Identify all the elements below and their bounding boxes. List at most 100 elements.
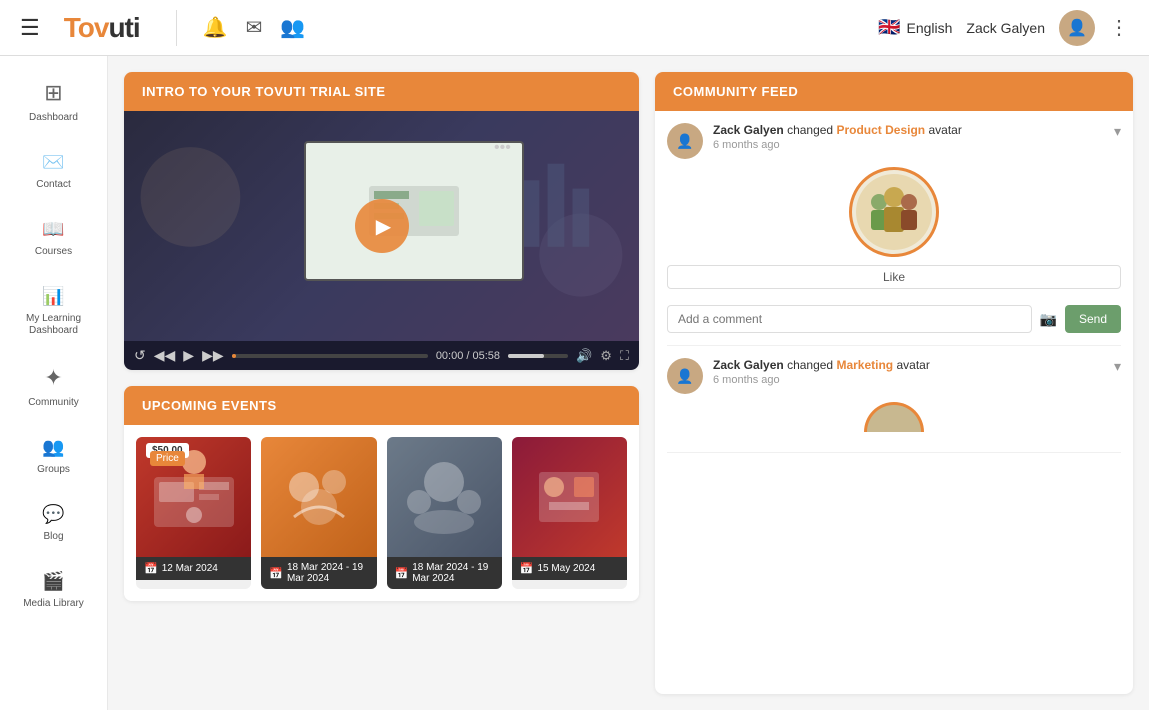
event-date-2: 📅 18 Mar 2024 - 19 Mar 2024: [261, 557, 376, 589]
feed-link-after-2: avatar: [896, 358, 929, 372]
sidebar-item-media-library[interactable]: 🎬 Media Library: [0, 557, 107, 624]
feed-actions-1: Like 📷 Send: [667, 265, 1121, 333]
like-button-1[interactable]: Like: [667, 265, 1121, 289]
events-grid: Price $50.00 📅 12 Mar 2024: [124, 425, 639, 601]
sidebar-label-courses: Courses: [35, 246, 72, 258]
flag-icon: 🇬🇧: [878, 17, 900, 38]
send-button-1[interactable]: Send: [1065, 305, 1121, 333]
skip-forward-button[interactable]: ▶▶: [202, 347, 224, 364]
sidebar-label-groups: Groups: [37, 464, 70, 476]
feed-user-row-2: 👤 Zack Galyen changed Marketing avatar 6…: [667, 358, 1121, 394]
sidebar-label-media-library: Media Library: [23, 598, 84, 610]
nav-divider: [176, 10, 177, 46]
app-logo: Tovuti: [64, 12, 140, 44]
comment-input-1[interactable]: [667, 305, 1032, 333]
feed-action-1: changed: [787, 123, 836, 137]
language-label: English: [906, 20, 952, 36]
feed-username-1[interactable]: Zack Galyen: [713, 123, 784, 137]
courses-icon: 📖: [42, 219, 64, 240]
progress-bar[interactable]: [232, 354, 428, 358]
feed-item-2: 👤 Zack Galyen changed Marketing avatar 6…: [667, 358, 1121, 453]
sidebar-item-groups[interactable]: 👥 Groups: [0, 423, 107, 490]
upcoming-events-section: UPCOMING EVENTS: [124, 386, 639, 601]
top-navigation: ☰ Tovuti 🔔 ✉ 👥 🇬🇧 English Zack Galyen 👤 …: [0, 0, 1149, 56]
sidebar-item-courses[interactable]: 📖 Courses: [0, 205, 107, 272]
event-thumb-3: [387, 437, 502, 557]
feed-action-2: changed: [787, 358, 836, 372]
my-learning-icon: 📊: [42, 286, 64, 307]
mini-screen: [304, 141, 524, 281]
nav-icons: 🔔 ✉ 👥: [203, 15, 306, 40]
event-date-3: 📅 18 Mar 2024 - 19 Mar 2024: [387, 557, 502, 589]
video-section: INTRO TO YOUR TOVUTI TRIAL SITE: [124, 72, 639, 370]
fullscreen-icon[interactable]: ⛶: [620, 348, 629, 364]
camera-icon-1[interactable]: 📷: [1040, 311, 1057, 328]
feed-body: 👤 Zack Galyen changed Product Design ava…: [655, 111, 1133, 694]
messages-icon[interactable]: ✉: [246, 15, 263, 40]
notifications-icon[interactable]: 🔔: [203, 15, 228, 40]
community-feed-card: COMMUNITY FEED 👤 Zack Galyen changed: [655, 72, 1133, 694]
sidebar-item-community[interactable]: ✦ Community: [0, 351, 107, 423]
volume-icon[interactable]: 🔊: [576, 348, 592, 364]
sidebar-item-contact[interactable]: ✉️ Contact: [0, 138, 107, 205]
feed-time-1: 6 months ago: [713, 139, 1104, 151]
dashboard-icon: ⊞: [44, 80, 62, 106]
calendar-icon-2: 📅: [269, 567, 283, 580]
settings-icon[interactable]: ⚙: [600, 348, 612, 364]
feed-user-row-1: 👤 Zack Galyen changed Product Design ava…: [667, 123, 1121, 159]
event-card-2[interactable]: 📅 18 Mar 2024 - 19 Mar 2024: [261, 437, 376, 589]
people-icon[interactable]: 👥: [280, 15, 305, 40]
feed-text-2: Zack Galyen changed Marketing avatar 6 m…: [713, 358, 1104, 386]
hamburger-menu[interactable]: ☰: [20, 15, 40, 41]
nav-right: 🇬🇧 English Zack Galyen 👤 ⋮: [878, 10, 1129, 46]
right-column: COMMUNITY FEED 👤 Zack Galyen changed: [655, 72, 1133, 694]
feed-avatar-inner-1: 👤: [667, 123, 703, 159]
event-card-1[interactable]: Price $50.00 📅 12 Mar 2024: [136, 437, 251, 589]
feed-image-container-2: [667, 402, 1121, 432]
sidebar-label-community: Community: [28, 397, 79, 409]
play-button[interactable]: [355, 199, 409, 253]
sidebar-label-dashboard: Dashboard: [29, 112, 78, 124]
sidebar-item-blog[interactable]: 💬 Blog: [0, 490, 107, 557]
sidebar-item-dashboard[interactable]: ⊞ Dashboard: [0, 66, 107, 138]
sidebar-label-blog: Blog: [43, 531, 63, 543]
event-thumb-1: Price $50.00: [136, 437, 251, 557]
sidebar-item-my-learning[interactable]: 📊 My Learning Dashboard: [0, 272, 107, 351]
feed-image-1: [849, 167, 939, 257]
sidebar-label-contact: Contact: [36, 179, 70, 191]
feed-chevron-1[interactable]: ▾: [1114, 123, 1121, 140]
feed-item-1: 👤 Zack Galyen changed Product Design ava…: [667, 123, 1121, 346]
comment-row-1: 📷 Send: [667, 305, 1121, 333]
calendar-icon-3: 📅: [395, 567, 409, 580]
skip-back-button[interactable]: ◀◀: [154, 347, 176, 364]
video-section-header: INTRO TO YOUR TOVUTI TRIAL SITE: [124, 72, 639, 111]
feed-link-after-1: avatar: [928, 123, 961, 137]
left-column: INTRO TO YOUR TOVUTI TRIAL SITE: [124, 72, 639, 694]
sidebar-label-my-learning: My Learning Dashboard: [8, 313, 99, 337]
play-pause-button[interactable]: ▶: [183, 347, 194, 364]
progress-fill: [232, 354, 236, 358]
community-icon: ✦: [44, 365, 62, 391]
time-display: 00:00 / 05:58: [436, 350, 500, 362]
contact-icon: ✉️: [42, 152, 64, 173]
feed-link-1[interactable]: Product Design: [836, 123, 925, 137]
feed-link-2[interactable]: Marketing: [836, 358, 893, 372]
feed-avatar-inner-2: 👤: [667, 358, 703, 394]
more-options-button[interactable]: ⋮: [1109, 15, 1129, 40]
user-avatar[interactable]: 👤: [1059, 10, 1095, 46]
event-thumb-4: [512, 437, 627, 557]
rewind-button[interactable]: ↺: [134, 347, 146, 364]
feed-username-2[interactable]: Zack Galyen: [713, 358, 784, 372]
video-container[interactable]: •••: [124, 111, 639, 341]
event-date-1: 📅 12 Mar 2024: [136, 557, 251, 580]
feed-image-partial-2: [864, 402, 924, 432]
volume-bar[interactable]: [508, 354, 568, 358]
language-selector[interactable]: 🇬🇧 English: [878, 17, 952, 38]
event-card-3[interactable]: 📅 18 Mar 2024 - 19 Mar 2024: [387, 437, 502, 589]
feed-avatar-2: 👤: [667, 358, 703, 394]
calendar-icon-1: 📅: [144, 562, 158, 575]
feed-chevron-2[interactable]: ▾: [1114, 358, 1121, 375]
groups-icon: 👥: [42, 437, 64, 458]
events-header: UPCOMING EVENTS: [124, 386, 639, 425]
event-card-4[interactable]: 📅 15 May 2024: [512, 437, 627, 589]
